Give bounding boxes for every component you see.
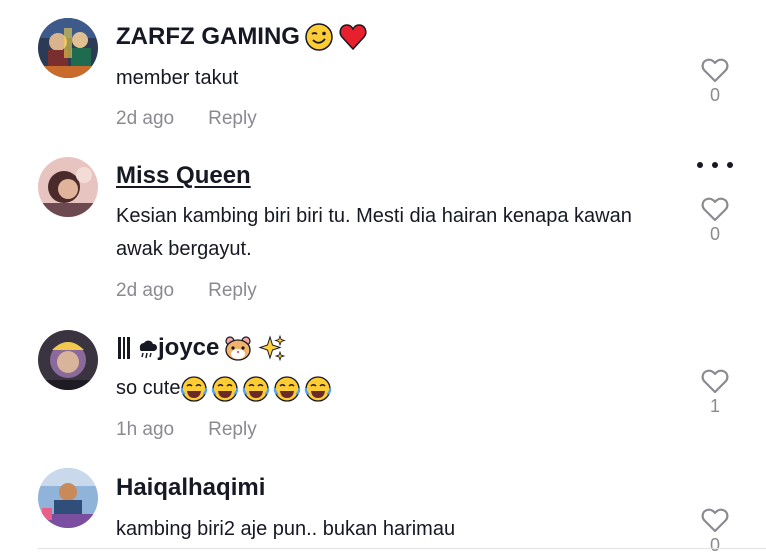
tears-of-joy-emoji [273,375,301,403]
username[interactable]: Miss Queen [116,162,251,190]
comment-text: member takut [116,67,239,89]
tears-of-joy-emoji [242,375,270,403]
emoji-group [180,375,332,403]
tears-of-joy-emoji [180,375,208,403]
reply-button[interactable]: Reply [208,108,257,130]
heart-outline-icon [701,58,729,83]
tears-of-joy-emoji [304,375,332,403]
username[interactable]: ZARFZ GAMING [116,22,368,52]
reply-button[interactable]: Reply [208,280,257,302]
red-heart-emoji [338,22,368,52]
bracket-bars-symbol [116,333,132,363]
like-count: 1 [709,396,720,416]
timestamp: 2d ago [116,280,175,301]
rain-cloud-emoji [136,333,158,363]
more-horizontal-icon[interactable] [697,160,733,170]
comment-text: Kesian kambing biri biri tu. Mesti dia h… [116,205,632,260]
avatar[interactable] [38,468,98,528]
comment-meta: 2d ago Reply [116,108,257,130]
tears-of-joy-emoji [211,375,239,403]
avatar[interactable] [38,18,98,78]
username[interactable]: joyce [116,333,287,363]
sparkles-emoji [257,333,287,363]
divider [38,548,766,549]
timestamp: 2d ago [116,108,175,129]
avatar[interactable] [38,157,98,217]
like-button[interactable]: 1 [700,368,730,417]
heart-outline-icon [701,369,729,394]
comment-text-content: so cute [116,377,181,399]
username[interactable]: Haiqalhaqimi [116,474,265,502]
heart-outline-icon [701,508,729,533]
hamster-emoji [223,333,253,363]
reply-button[interactable]: Reply [208,419,257,441]
timestamp: 1h ago [116,419,175,440]
comment-meta: 1h ago Reply [116,419,257,441]
heart-outline-icon [701,197,729,222]
like-count: 0 [709,85,720,105]
comment-text: so cute [116,372,676,405]
avatar[interactable] [38,330,98,390]
comment-text: kambing biri2 aje pun.. bukan harimau [116,518,456,540]
like-button[interactable]: 0 [700,57,730,106]
winking-face-emoji [304,22,334,52]
like-count: 0 [709,224,720,244]
like-button[interactable]: 0 [700,196,730,245]
comment-meta: 2d ago Reply [116,280,257,302]
